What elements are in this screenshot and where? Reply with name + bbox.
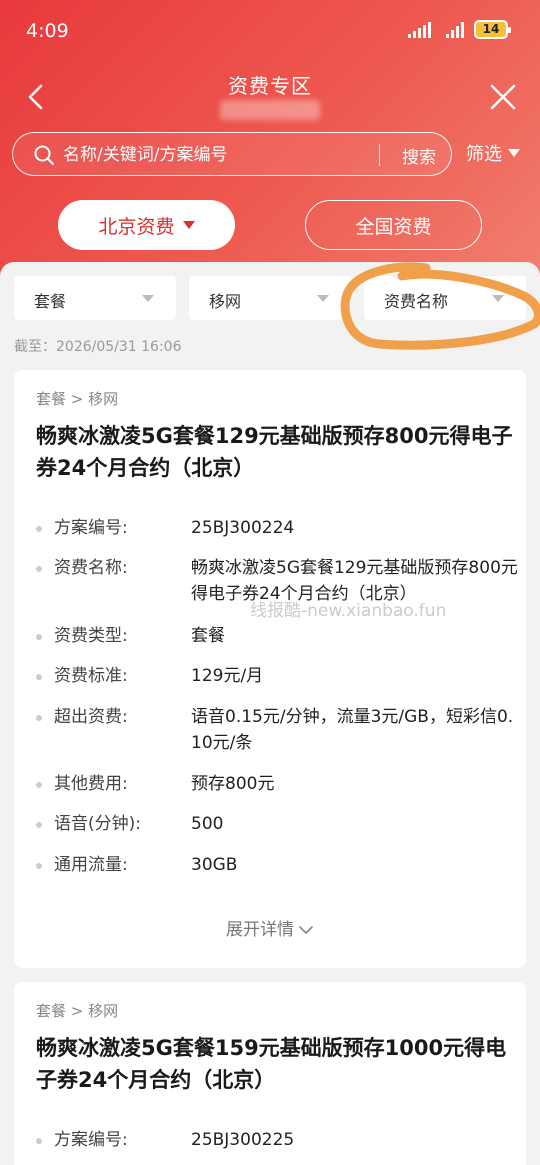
field-value: 预存800元 — [191, 774, 275, 794]
field-value: 畅爽冰激凌5G套餐129元基础版预存800元得电子券24个月合约（北京） — [191, 558, 518, 604]
filter-dropdown-category[interactable]: 套餐 — [14, 276, 176, 320]
status-time: 4:09 — [26, 20, 69, 42]
bullet-dot — [36, 822, 42, 828]
tab-beijing-tariff[interactable]: 北京资费 — [58, 200, 235, 250]
filter-dropdown-sort[interactable]: 资费名称 — [364, 276, 526, 320]
card-title: 畅爽冰激凌5G套餐159元基础版预存1000元得电子券24个月合约（北京） — [36, 1036, 507, 1092]
breadcrumb: 套餐 > 移网 — [36, 1002, 119, 1020]
caret-down-icon — [142, 295, 154, 302]
caret-down-icon — [492, 295, 504, 302]
caret-down-icon — [182, 221, 195, 229]
tab-national-tariff[interactable]: 全国资费 — [305, 200, 482, 250]
field-label: 通用流量: — [54, 855, 128, 875]
timestamp: 截至：2026/05/31 16:06 — [14, 339, 182, 355]
expand-details-link[interactable]: 展开详情 — [14, 915, 526, 940]
filter-dropdown-network[interactable]: 移网 — [189, 276, 351, 320]
field-label: 方案编号: — [54, 1130, 128, 1150]
field-label: 语音(分钟): — [54, 814, 141, 834]
field-label: 资费标准: — [54, 666, 128, 686]
field-label: 其他费用: — [54, 774, 128, 794]
search-button[interactable]: 搜索 — [391, 139, 447, 171]
bullet-dot — [36, 1138, 42, 1144]
field-value: 25BJ300225 — [191, 1130, 295, 1150]
chevron-down-icon — [299, 926, 313, 934]
bullet-dot — [36, 715, 42, 721]
signal-icon — [408, 22, 431, 38]
field-value: 129元/月 — [191, 666, 264, 686]
dropdown-label: 资费名称 — [384, 292, 449, 311]
search-box: 搜索 — [12, 132, 452, 176]
signal-icon — [446, 22, 464, 38]
bullet-dot — [36, 674, 42, 680]
battery-icon: 14 — [474, 20, 511, 39]
caret-down-icon — [317, 295, 329, 302]
tab-label: 北京资费 — [98, 215, 175, 238]
field-value: 500 — [191, 814, 224, 834]
page-title: 资费专区 — [228, 74, 312, 98]
field-label: 资费类型: — [54, 626, 128, 646]
status-bar: 4:09 14 — [0, 0, 540, 60]
blurred-subtitle — [220, 100, 320, 120]
bullet-dot — [36, 863, 42, 869]
filter-button[interactable]: 筛选 — [466, 140, 520, 166]
filter-label: 筛选 — [466, 144, 502, 165]
dropdown-label: 移网 — [209, 292, 242, 311]
field-value: 30GB — [191, 855, 238, 875]
bullet-dot — [36, 526, 42, 532]
close-icon[interactable] — [488, 82, 518, 112]
card-title: 畅爽冰激凌5G套餐129元基础版预存800元得电子券24个月合约（北京） — [36, 424, 513, 480]
field-value: 25BJ300224 — [191, 518, 295, 538]
search-input[interactable] — [63, 141, 373, 169]
bullet-dot — [36, 634, 42, 640]
field-value: 语音0.15元/分钟，流量3元/GB，短彩信0.10元/条 — [191, 707, 514, 753]
tab-label: 全国资费 — [355, 215, 432, 238]
tariff-card: 套餐 > 移网 畅爽冰激凌5G套餐159元基础版预存1000元得电子券24个月合… — [14, 982, 526, 1165]
field-label: 方案编号: — [54, 518, 128, 538]
field-value: 套餐 — [191, 626, 225, 646]
search-divider — [379, 144, 380, 166]
search-icon — [34, 145, 54, 165]
field-label: 超出资费: — [54, 707, 128, 727]
bullet-dot — [36, 566, 42, 572]
breadcrumb: 套餐 > 移网 — [36, 390, 119, 408]
bullet-dot — [36, 782, 42, 788]
dropdown-label: 套餐 — [34, 292, 67, 311]
expand-label: 展开详情 — [226, 920, 294, 940]
caret-down-icon — [508, 149, 520, 157]
tariff-card: 套餐 > 移网 畅爽冰激凌5G套餐129元基础版预存800元得电子券24个月合约… — [14, 370, 526, 968]
field-label: 资费名称: — [54, 558, 128, 578]
